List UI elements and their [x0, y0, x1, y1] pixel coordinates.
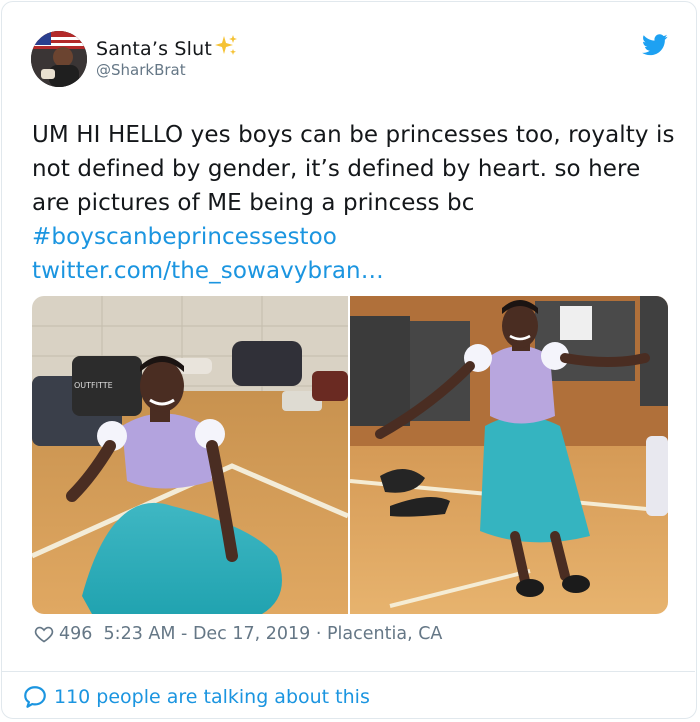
hashtag-link[interactable]: #boyscanbeprincessestoo	[32, 224, 337, 250]
tweet-time[interactable]: 5:23 AM	[104, 624, 176, 644]
tweet-photo-right[interactable]	[350, 296, 668, 614]
heart-icon[interactable]	[34, 624, 54, 644]
sparkles-icon	[214, 34, 238, 63]
divider	[2, 671, 695, 672]
meta-separator: -	[175, 624, 193, 644]
tweet-body: UM HI HELLO yes boys can be princesses t…	[32, 122, 675, 216]
avatar[interactable]	[31, 31, 87, 87]
user-handle[interactable]: @SharkBrat	[96, 61, 186, 79]
twitter-bird-icon[interactable]	[642, 34, 668, 56]
display-name-text[interactable]: Santa’s Slut	[96, 38, 212, 60]
tweet-date[interactable]: Dec 17, 2019	[193, 624, 310, 644]
tweet-photo-left[interactable]: OUTFITTE	[32, 296, 348, 614]
bag-text: OUTFITTE	[74, 381, 113, 390]
tweet-meta: 496 5:23 AM - Dec 17, 2019 · Placentia, …	[34, 622, 442, 646]
comment-bubble-icon	[24, 686, 46, 708]
tweet-url-link[interactable]: twitter.com/the_sowavybran…	[32, 258, 384, 284]
meta-dot: ·	[310, 624, 327, 644]
display-name[interactable]: Santa’s Slut	[96, 34, 238, 63]
like-count[interactable]: 496	[59, 624, 92, 644]
tweet-text: UM HI HELLO yes boys can be princesses t…	[32, 118, 682, 288]
talking-count-text[interactable]: 110 people are talking about this	[54, 686, 370, 708]
conversation-link[interactable]: 110 people are talking about this	[22, 684, 370, 710]
tweet-location[interactable]: Placentia, CA	[327, 624, 442, 644]
